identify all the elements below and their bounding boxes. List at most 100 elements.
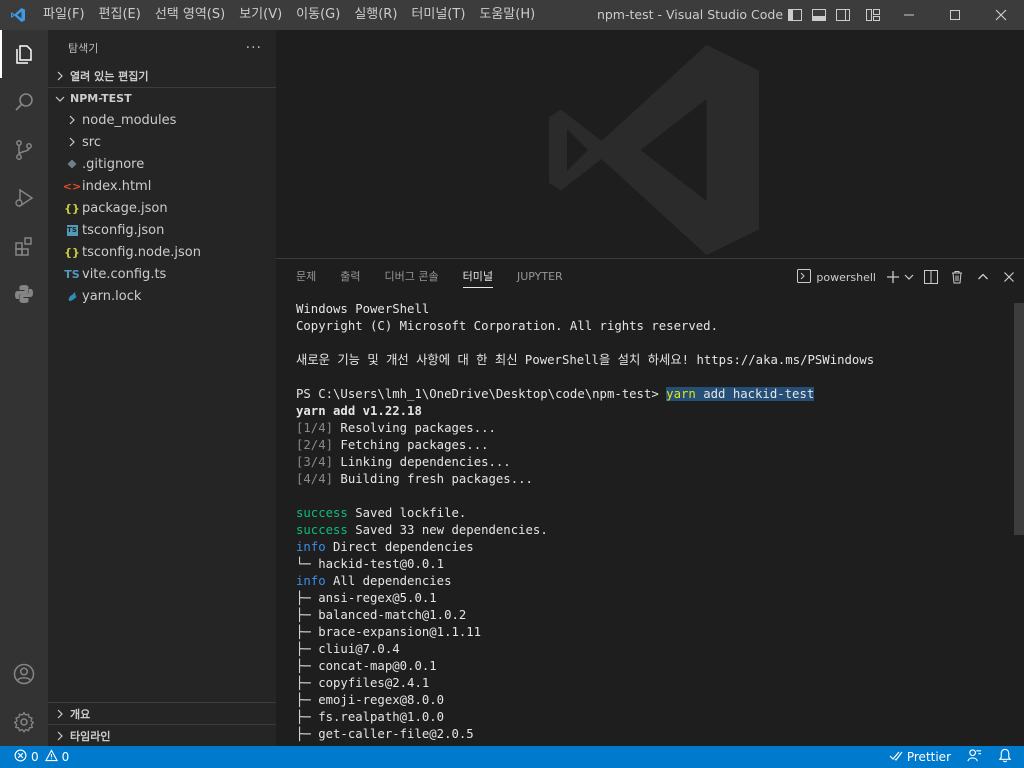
maximize-panel-chevron-up-icon[interactable] [974, 268, 992, 286]
menu-edit[interactable]: 편집(E) [92, 0, 148, 30]
toggle-panel-icon[interactable] [810, 6, 828, 24]
explorer-icon[interactable] [0, 30, 48, 78]
terminal-shell-selector[interactable]: powershell [797, 268, 876, 286]
new-terminal-plus-icon[interactable] [884, 268, 902, 286]
menu-view[interactable]: 보기(V) [232, 0, 289, 30]
more-actions-icon[interactable]: ··· [246, 40, 262, 56]
tab-problems[interactable]: 문제 [288, 259, 324, 295]
terminal-text: ├─ copyfiles@2.4.1 [296, 676, 430, 690]
tree-file[interactable]: yarn.lock [48, 285, 276, 307]
terminal-text: PS C:\Users\lmh_1\OneDrive\Desktop\code\… [296, 387, 667, 401]
terminal-scrollbar[interactable] [1014, 303, 1024, 535]
layout-controls [786, 0, 882, 30]
vscode-logo-icon [0, 0, 36, 30]
project-section[interactable]: NPM-TEST [48, 87, 276, 109]
terminal-text: [3/4] [296, 455, 334, 469]
warning-count: 0 [61, 750, 70, 764]
tree-item-label: node_modules [82, 112, 177, 128]
terminal-text: Direct dependencies [325, 540, 474, 554]
close-panel-icon[interactable] [1000, 268, 1018, 286]
tree-folder[interactable]: src [48, 131, 276, 153]
terminal-line: ├─ concat-map@0.0.1 [296, 658, 1006, 675]
terminal-output[interactable]: Windows PowerShell Copyright (C) Microsof… [296, 301, 1006, 747]
tree-file[interactable]: TS vite.config.ts [48, 263, 276, 285]
chevron-right-icon [64, 112, 80, 128]
tree-file[interactable]: .gitignore [48, 153, 276, 175]
tree-file[interactable]: {} tsconfig.node.json [48, 241, 276, 263]
terminal-text: ├─ ansi-regex@5.0.1 [296, 591, 437, 605]
prettier-status[interactable]: Prettier [889, 750, 951, 765]
account-icon[interactable] [0, 650, 48, 698]
terminal-text: ├─ emoji-regex@8.0.0 [296, 693, 445, 707]
warning-icon [44, 749, 58, 765]
notifications-bell-icon[interactable] [998, 748, 1012, 766]
error-count: 0 [31, 750, 39, 764]
terminal-icon [797, 268, 812, 286]
tab-debug-console[interactable]: 디버그 콘솔 [377, 259, 447, 295]
python-icon[interactable] [0, 270, 48, 318]
tree-file[interactable]: <> index.html [48, 175, 276, 197]
terminal-text: [4/4] [296, 472, 334, 486]
terminal-text: ├─ brace-expansion@1.1.11 [296, 625, 482, 639]
terminal-text: Fetching packages... [333, 438, 489, 452]
terminal-text: ├─ concat-map@0.0.1 [296, 659, 437, 673]
menu-go[interactable]: 이동(G) [289, 0, 347, 30]
menu-help[interactable]: 도움말(H) [472, 0, 542, 30]
maximize-icon[interactable] [932, 0, 978, 30]
terminal-line: ├─ get-caller-file@2.0.5 [296, 726, 1006, 743]
run-debug-icon[interactable] [0, 174, 48, 222]
sidebar-header: 탐색기 ··· [48, 30, 276, 65]
terminal-line: PS C:\Users\lmh_1\OneDrive\Desktop\code\… [296, 386, 1006, 403]
terminal-text: success [296, 506, 348, 520]
trash-icon[interactable] [948, 268, 966, 286]
window-controls [886, 0, 1024, 30]
editor-area[interactable] [276, 30, 1024, 258]
terminal-line: Windows PowerShell [296, 301, 1006, 318]
close-icon[interactable] [978, 0, 1024, 30]
terminal-text: Saved lockfile. [347, 506, 467, 520]
shell-name: powershell [816, 270, 876, 284]
terminal-text: Windows PowerShell [296, 302, 430, 316]
menu-terminal[interactable]: 터미널(T) [404, 0, 472, 30]
tab-terminal[interactable]: 터미널 [455, 259, 501, 295]
source-control-icon[interactable] [0, 126, 48, 174]
terminal-text: All dependencies [325, 574, 452, 588]
terminal-text: 새로운 기능 및 개선 사항에 대 한 최신 PowerShell을 설치 하세… [296, 353, 875, 367]
menu-run[interactable]: 실행(R) [347, 0, 404, 30]
menu-selection[interactable]: 선택 영역(S) [148, 0, 232, 30]
toggle-secondary-sidebar-icon[interactable] [834, 6, 852, 24]
menu-file[interactable]: 파일(F) [36, 0, 92, 30]
tree-item-label: package.json [82, 200, 168, 216]
timeline-section[interactable]: 타임라인 [48, 724, 276, 746]
tree-file[interactable]: {} package.json [48, 197, 276, 219]
terminal-text: ├─ fs.realpath@1.0.0 [296, 710, 445, 724]
terminal-text: Resolving packages... [333, 421, 496, 435]
tab-jupyter[interactable]: JUPYTER [509, 259, 571, 295]
split-terminal-icon[interactable] [922, 268, 940, 286]
error-icon [14, 749, 27, 765]
double-check-icon [889, 750, 903, 765]
tab-output[interactable]: 출력 [332, 259, 368, 295]
vscode-watermark-icon [549, 45, 759, 255]
chevron-down-icon[interactable] [904, 268, 914, 286]
feedback-icon[interactable] [967, 748, 982, 766]
extensions-icon[interactable] [0, 222, 48, 270]
terminal-text: ├─ balanced-match@1.0.2 [296, 608, 467, 622]
chevron-right-icon [52, 709, 68, 719]
toggle-sidebar-icon[interactable] [786, 6, 804, 24]
outline-section[interactable]: 개요 [48, 702, 276, 724]
settings-gear-icon[interactable] [0, 698, 48, 746]
search-icon[interactable] [0, 78, 48, 126]
open-editors-section[interactable]: 열려 있는 편집기 [48, 65, 276, 87]
timeline-label: 타임라인 [70, 729, 111, 743]
minimize-icon[interactable] [886, 0, 932, 30]
customize-layout-icon[interactable] [864, 6, 882, 24]
terminal-text: info [296, 540, 326, 554]
tree-file[interactable]: TS tsconfig.json [48, 219, 276, 241]
problems-status[interactable]: 0 0 [0, 749, 69, 765]
tree-folder[interactable]: node_modules [48, 109, 276, 131]
menu-bar: 파일(F) 편집(E) 선택 영역(S) 보기(V) 이동(G) 실행(R) 터… [36, 0, 542, 30]
outline-label: 개요 [70, 707, 91, 721]
